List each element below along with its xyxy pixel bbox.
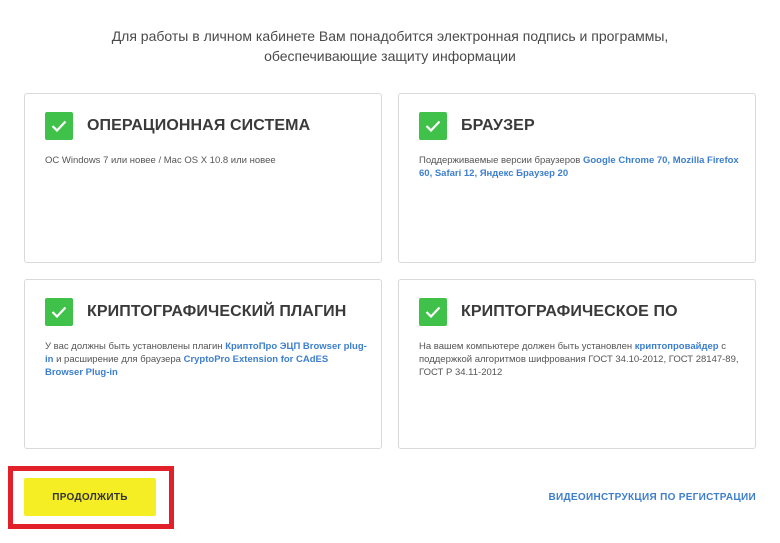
card-crypto-software-title: КРИПТОГРАФИЧЕСКОЕ ПО (461, 303, 678, 320)
card-browser-description: Поддерживаемые версии браузеров (419, 155, 583, 166)
card-browser-title: БРАУЗЕР (461, 117, 535, 134)
video-instruction-link[interactable]: ВИДЕОИНСТРУКЦИЯ ПО РЕГИСТРАЦИИ (548, 492, 756, 503)
cryptoprovider-link[interactable]: криптопровайдер (635, 341, 719, 352)
check-icon (45, 112, 73, 140)
intro-line-2: обеспечивающие защиту информации (264, 48, 516, 64)
card-crypto-plugin: КРИПТОГРАФИЧЕСКИЙ ПЛАГИН У вас должны бы… (24, 279, 382, 449)
intro-text: Для работы в личном кабинете Вам понадоб… (0, 26, 780, 66)
card-crypto-software-header: КРИПТОГРАФИЧЕСКОЕ ПО (419, 298, 678, 326)
card-browser-text: Поддерживаемые версии браузеров Google C… (419, 154, 741, 180)
plugin-text-prefix: У вас должны быть установлены плагин (45, 341, 226, 352)
card-os: ОПЕРАЦИОННАЯ СИСТЕМА ОС Windows 7 или но… (24, 93, 382, 263)
card-crypto-plugin-title: КРИПТОГРАФИЧЕСКИЙ ПЛАГИН (87, 303, 347, 320)
check-icon (419, 112, 447, 140)
continue-button[interactable]: ПРОДОЛЖИТЬ (24, 478, 156, 516)
card-os-title: ОПЕРАЦИОННАЯ СИСТЕМА (87, 117, 311, 134)
card-os-text: ОС Windows 7 или новее / Mac OS X 10.8 и… (45, 154, 367, 167)
software-text-prefix: На вашем компьютере должен быть установл… (419, 341, 635, 352)
card-crypto-plugin-header: КРИПТОГРАФИЧЕСКИЙ ПЛАГИН (45, 298, 346, 326)
card-crypto-software: КРИПТОГРАФИЧЕСКОЕ ПО На вашем компьютере… (398, 279, 756, 449)
card-os-header: ОПЕРАЦИОННАЯ СИСТЕМА (45, 112, 310, 140)
plugin-text-mid: и расширение для браузера (53, 354, 184, 365)
check-icon (419, 298, 447, 326)
check-icon (45, 298, 73, 326)
card-crypto-software-text: На вашем компьютере должен быть установл… (419, 340, 741, 379)
card-crypto-plugin-text: У вас должны быть установлены плагин Кри… (45, 340, 367, 379)
card-os-description: ОС Windows 7 или новее / Mac OS X 10.8 и… (45, 155, 276, 166)
card-browser-header: БРАУЗЕР (419, 112, 535, 140)
card-browser: БРАУЗЕР Поддерживаемые версии браузеров … (398, 93, 756, 263)
intro-line-1: Для работы в личном кабинете Вам понадоб… (111, 28, 669, 44)
